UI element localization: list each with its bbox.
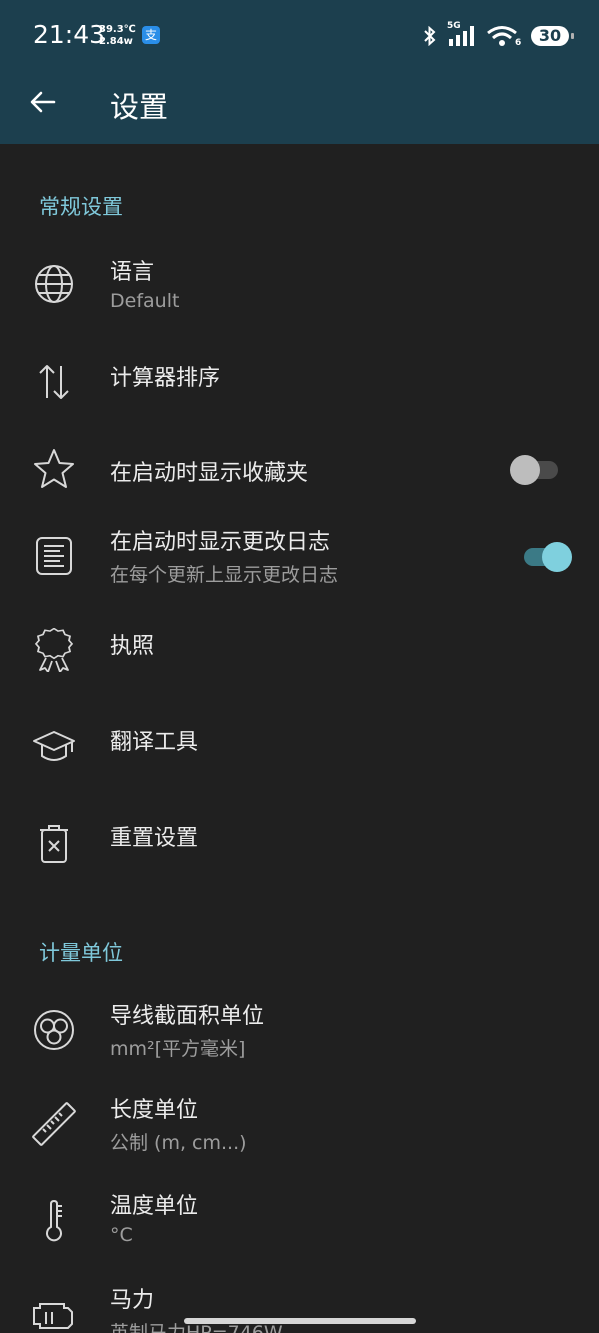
thermometer-icon xyxy=(32,1198,76,1242)
setting-length-value: 公制 (m, cm...) xyxy=(110,1132,247,1154)
favorites-toggle[interactable] xyxy=(510,455,560,485)
star-icon xyxy=(32,447,76,491)
setting-length-unit[interactable]: 长度单位 公制 (m, cm...) xyxy=(0,1080,599,1172)
setting-translate[interactable]: 翻译工具 xyxy=(0,706,599,798)
page-title: 设置 xyxy=(110,90,169,124)
document-icon xyxy=(32,534,76,578)
setting-calculator-order-label: 计算器排序 xyxy=(110,366,221,391)
cell-signal-icon: 5G xyxy=(447,21,477,47)
status-temperature: 39.3℃ 2.84w xyxy=(99,24,136,48)
section-header-general: 常规设置 xyxy=(39,195,123,219)
status-temp-line2: 2.84w xyxy=(99,36,133,47)
setting-show-changelog-sub: 在每个更新上显示更改日志 xyxy=(110,564,339,586)
setting-reset-label: 重置设置 xyxy=(110,826,199,851)
setting-calculator-order[interactable]: 计算器排序 xyxy=(0,336,599,428)
setting-temperature-unit[interactable]: 温度单位 °C xyxy=(0,1176,599,1268)
setting-show-favorites[interactable]: 在启动时显示收藏夹 xyxy=(0,432,599,524)
bluetooth-icon xyxy=(424,26,436,46)
status-temp-line1: 39.3℃ xyxy=(99,24,136,35)
setting-wire-area-value: mm²[平方毫米] xyxy=(110,1038,246,1060)
back-button[interactable] xyxy=(27,86,59,118)
setting-license[interactable]: 执照 xyxy=(0,610,599,702)
setting-length-label: 长度单位 xyxy=(110,1098,199,1123)
ruler-icon xyxy=(32,1102,76,1146)
wifi-sub-label: 6 xyxy=(515,38,522,48)
setting-show-changelog-label: 在启动时显示更改日志 xyxy=(110,530,331,555)
status-bar: 21:43 39.3℃ 2.84w 支 5G 6 30 xyxy=(0,0,599,72)
setting-license-label: 执照 xyxy=(110,634,155,659)
status-time: 21:43 xyxy=(33,20,106,49)
status-icons: 5G 6 30 xyxy=(423,21,574,50)
arrow-left-icon xyxy=(30,91,56,113)
setting-horsepower-label: 马力 xyxy=(110,1288,155,1313)
app-bar xyxy=(0,72,599,144)
alipay-notification-icon: 支 xyxy=(142,26,160,44)
badge-icon xyxy=(32,627,76,673)
setting-language-label: 语言 xyxy=(110,260,155,285)
sort-arrows-icon xyxy=(32,360,76,404)
setting-wire-area-label: 导线截面积单位 xyxy=(110,1004,265,1029)
changelog-toggle[interactable] xyxy=(520,542,572,572)
setting-wire-area-unit[interactable]: 导线截面积单位 mm²[平方毫米] xyxy=(0,986,599,1078)
setting-translate-label: 翻译工具 xyxy=(110,730,199,755)
gesture-nav-bar[interactable] xyxy=(184,1318,416,1324)
setting-language[interactable]: 语言 Default xyxy=(0,240,599,332)
cable-icon xyxy=(32,1008,76,1052)
engine-icon xyxy=(32,1294,76,1333)
wifi-icon: 6 xyxy=(487,25,522,48)
globe-icon xyxy=(32,262,76,306)
setting-show-changelog[interactable]: 在启动时显示更改日志 在每个更新上显示更改日志 xyxy=(0,516,599,608)
setting-reset[interactable]: 重置设置 xyxy=(0,802,599,894)
battery-icon: 30 xyxy=(531,26,574,46)
setting-temperature-value: °C xyxy=(110,1224,133,1246)
trash-icon xyxy=(32,822,76,866)
setting-temperature-label: 温度单位 xyxy=(110,1194,199,1219)
graduation-cap-icon xyxy=(32,724,76,768)
section-header-units: 计量单位 xyxy=(39,941,123,965)
setting-language-value: Default xyxy=(110,290,180,312)
setting-show-favorites-label: 在启动时显示收藏夹 xyxy=(110,461,309,486)
